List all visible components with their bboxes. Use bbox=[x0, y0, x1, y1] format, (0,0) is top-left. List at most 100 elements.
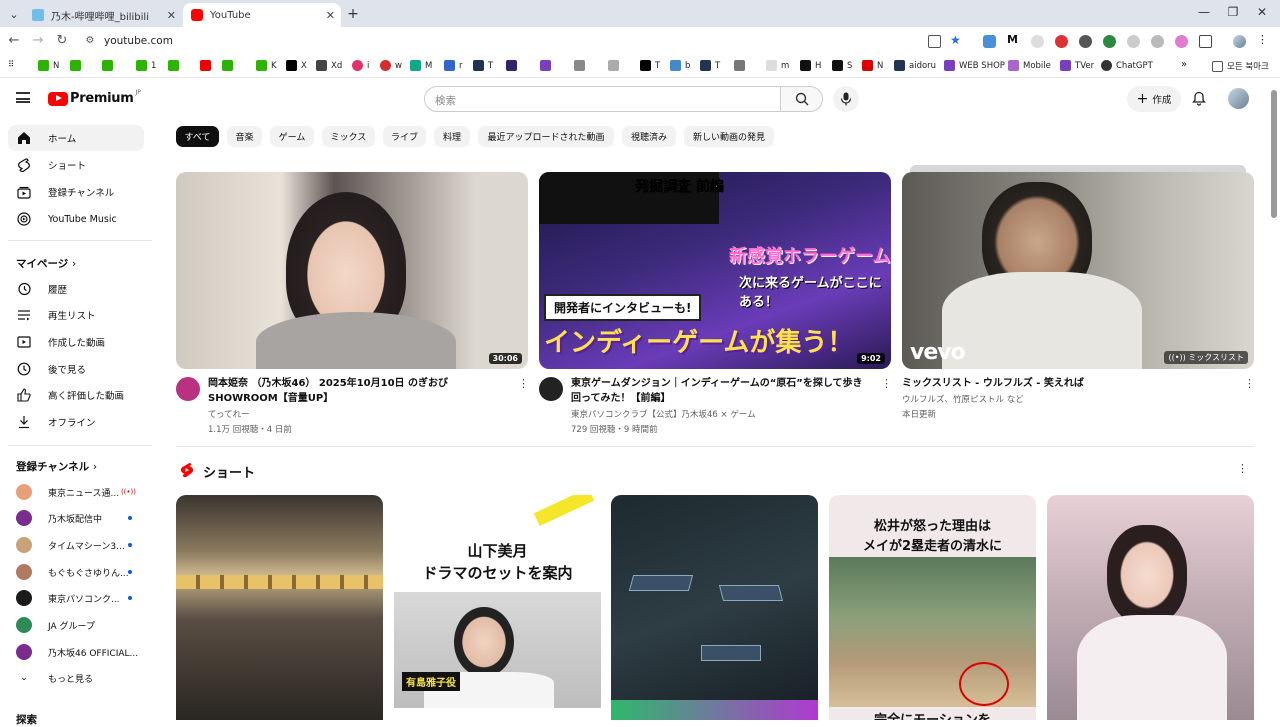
bookmark-item[interactable]: N bbox=[862, 60, 883, 71]
new-tab-button[interactable]: + bbox=[344, 5, 362, 23]
bookmark-item[interactable]: w bbox=[380, 60, 402, 71]
profile-avatar[interactable] bbox=[1233, 35, 1246, 48]
bookmark-item[interactable]: Mobile bbox=[1008, 60, 1051, 71]
bookmark-item[interactable] bbox=[168, 60, 183, 71]
short-thumbnail[interactable]: 山下美月 ドラマのセットを案内 有島雅子役 bbox=[394, 495, 601, 720]
channel-avatar[interactable] bbox=[176, 377, 200, 401]
site-info-icon[interactable]: ⚙ bbox=[81, 35, 99, 46]
subscription-channel[interactable]: 東京ニュース通... ((•)) bbox=[8, 479, 152, 505]
subscription-channel[interactable]: JA グループ bbox=[8, 612, 152, 638]
maximize-icon[interactable]: ❐ bbox=[1224, 5, 1242, 19]
bookmark-item[interactable]: TVer bbox=[1060, 60, 1094, 71]
sidebar-subscriptions-heading[interactable]: 登録チャンネル › bbox=[16, 459, 97, 474]
chip-music[interactable]: 音楽 bbox=[227, 126, 262, 147]
extension-r-icon[interactable] bbox=[983, 35, 996, 48]
extension-shield-icon[interactable] bbox=[1151, 35, 1164, 48]
video-menu-icon[interactable]: ⋮ bbox=[881, 377, 892, 390]
voice-search-button[interactable] bbox=[833, 86, 859, 112]
bookmarks-overflow-icon[interactable]: » bbox=[1181, 59, 1187, 70]
chip-cooking[interactable]: 料理 bbox=[434, 126, 470, 147]
bookmark-item[interactable]: T bbox=[473, 60, 493, 71]
extension-red-icon[interactable] bbox=[1055, 35, 1068, 48]
bookmark-item[interactable]: X bbox=[286, 60, 307, 71]
extension-pink-icon[interactable] bbox=[1175, 35, 1188, 48]
reload-icon[interactable]: ↻ bbox=[53, 33, 71, 48]
subscription-channel[interactable]: もぐもぐさゆりん... bbox=[8, 559, 152, 585]
bookmark-item[interactable] bbox=[608, 60, 623, 71]
sidebar-item-subscriptions[interactable]: 登録チャンネル bbox=[8, 179, 144, 205]
extension-green-icon[interactable] bbox=[1103, 35, 1116, 48]
subscription-channel[interactable]: 乃木坂配信中 bbox=[8, 505, 152, 531]
show-more-button[interactable]: ⌄ もっと見る bbox=[8, 665, 152, 691]
sidebar-item-liked-videos[interactable]: 高く評価した動画 bbox=[8, 382, 144, 408]
video-menu-icon[interactable]: ⋮ bbox=[518, 377, 529, 390]
sidebar-item-your-videos[interactable]: 作成した動画 bbox=[8, 329, 144, 355]
create-button[interactable]: + 作成 bbox=[1127, 86, 1181, 112]
sidebar-item-playlists[interactable]: 再生リスト bbox=[8, 302, 144, 328]
minimize-icon[interactable]: — bbox=[1195, 5, 1213, 19]
bookmark-item[interactable] bbox=[506, 60, 521, 71]
notifications-bell-icon[interactable] bbox=[1192, 91, 1206, 110]
extension-dark-icon[interactable] bbox=[1079, 35, 1092, 48]
bookmark-item[interactable]: ChatGPT bbox=[1101, 60, 1153, 71]
tab-youtube[interactable]: YouTube ✕ bbox=[183, 3, 341, 27]
youtube-premium-logo[interactable]: Premium JP bbox=[48, 89, 141, 106]
bookmark-item[interactable]: M bbox=[410, 60, 432, 71]
chip-mix[interactable]: ミックス bbox=[322, 126, 375, 147]
video-thumbnail[interactable]: 30:06 bbox=[176, 172, 528, 369]
page-scrollbar[interactable] bbox=[1268, 78, 1280, 720]
chip-all[interactable]: すべて bbox=[176, 126, 219, 147]
sidebar-mypage-heading[interactable]: マイページ › bbox=[16, 256, 76, 271]
bookmark-item[interactable] bbox=[70, 60, 85, 71]
bookmark-star-icon[interactable]: ★ bbox=[950, 33, 963, 47]
scrollbar-thumb[interactable] bbox=[1271, 90, 1277, 218]
chip-new-to-you[interactable]: 新しい動画の発見 bbox=[684, 126, 774, 147]
bookmark-item[interactable] bbox=[222, 60, 237, 71]
close-tab-icon[interactable]: ✕ bbox=[326, 9, 335, 22]
search-input[interactable]: 検索 bbox=[424, 86, 781, 112]
chip-live[interactable]: ライブ bbox=[383, 126, 426, 147]
forward-icon[interactable]: → bbox=[29, 33, 47, 48]
bookmark-item[interactable]: b bbox=[670, 60, 690, 71]
close-window-icon[interactable]: ✕ bbox=[1253, 5, 1271, 19]
bookmark-item[interactable] bbox=[574, 60, 589, 71]
other-bookmarks-folder[interactable]: 모든 북마크 bbox=[1212, 60, 1269, 72]
bookmark-item[interactable] bbox=[200, 60, 215, 71]
url-field[interactable]: youtube.com bbox=[104, 35, 173, 47]
video-title[interactable]: 岡本姫奈 （乃木坂46） 2025年10月10日 のぎおび SHOWROOM【音… bbox=[208, 377, 508, 406]
bookmark-item[interactable]: H bbox=[800, 60, 821, 71]
install-app-icon[interactable] bbox=[928, 35, 941, 48]
extension-gray-icon[interactable] bbox=[1127, 35, 1140, 48]
bookmark-item[interactable]: i bbox=[352, 60, 369, 71]
chip-games[interactable]: ゲーム bbox=[270, 126, 314, 147]
video-title[interactable]: 東京ゲームダンジョン｜インディーゲームの“原石”を探して歩き回ってみた！【前編】 bbox=[571, 377, 869, 406]
tab-search-chevron-icon[interactable]: ⌄ bbox=[5, 5, 23, 23]
bookmark-item[interactable]: aidoru bbox=[894, 60, 936, 71]
bookmark-item[interactable] bbox=[102, 60, 117, 71]
video-channel-name[interactable]: 東京パソコンクラブ【公式】乃木坂46 × ゲーム bbox=[571, 408, 756, 420]
tab-bilibili[interactable]: 乃木-哔哩哔哩_bilibili ✕ bbox=[24, 3, 182, 27]
extension-icon[interactable] bbox=[1031, 35, 1044, 48]
video-channel-name[interactable]: てってれー bbox=[208, 408, 250, 420]
short-thumbnail[interactable]: 松井が怒った理由は メイが2塁走者の清水に 完全にモーションを bbox=[829, 495, 1036, 720]
bookmark-item[interactable]: S bbox=[832, 60, 852, 71]
video-thumbnail[interactable]: vevo ((•)) ミックスリスト bbox=[902, 172, 1254, 369]
bookmark-item[interactable]: T bbox=[700, 60, 720, 71]
video-title[interactable]: ミックスリスト - ウルフルズ - 笑えれば bbox=[902, 377, 1232, 392]
subscription-channel[interactable]: 東京パソコンク... bbox=[8, 585, 152, 611]
video-thumbnail[interactable]: 発掘調査 前編 新感覚ホラーゲーム 次に来るゲームがここにある！ 開発者にインタ… bbox=[539, 172, 891, 369]
back-icon[interactable]: ← bbox=[5, 33, 23, 48]
bookmark-item[interactable]: N bbox=[38, 60, 59, 71]
chip-watched[interactable]: 視聴済み bbox=[622, 126, 676, 147]
shorts-menu-icon[interactable]: ⋮ bbox=[1237, 462, 1248, 475]
close-tab-icon[interactable]: ✕ bbox=[167, 9, 176, 22]
sidebar-item-home[interactable]: ホーム bbox=[8, 125, 144, 151]
bookmark-item[interactable]: r bbox=[444, 60, 463, 71]
bookmark-item[interactable] bbox=[734, 60, 749, 71]
sidebar-item-history[interactable]: 履歴 bbox=[8, 276, 144, 302]
short-thumbnail[interactable] bbox=[611, 495, 818, 720]
account-avatar[interactable] bbox=[1228, 88, 1249, 109]
menu-hamburger-icon[interactable] bbox=[16, 92, 30, 103]
bookmark-item[interactable]: K bbox=[256, 60, 277, 71]
extension-m-icon[interactable]: M bbox=[1007, 33, 1020, 46]
